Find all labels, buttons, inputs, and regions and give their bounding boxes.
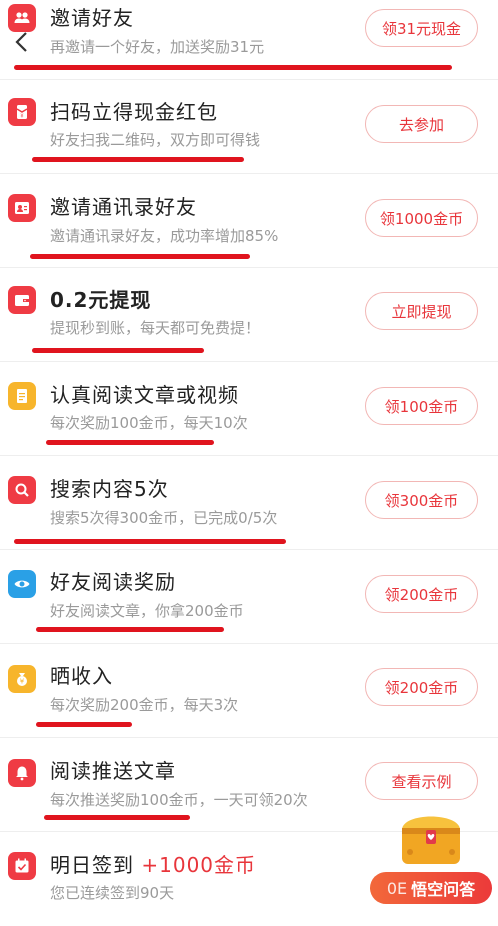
task-title: 0.2元提现 <box>50 284 151 313</box>
annotation-underline <box>30 254 250 259</box>
checkin-title: 明日签到 +1000金币 <box>50 849 256 878</box>
money-bag-icon: ¥ <box>8 665 36 693</box>
annotation-underline <box>36 627 224 632</box>
task-subtitle: 每次奖励200金币，每天3次 <box>50 696 239 714</box>
task-title: 邀请好友 <box>50 6 134 30</box>
task-title: 好友阅读奖励 <box>50 570 176 594</box>
task-row-search[interactable]: 搜索内容5次 搜索5次得300金币，已完成0/5次 领300金币 <box>0 456 498 550</box>
task-row-invite-friends[interactable]: 邀请好友 再邀请一个好友，加送奖励31元 领31元现金 <box>0 0 498 80</box>
eye-icon <box>8 570 36 598</box>
search-icon <box>8 476 36 504</box>
claim-coins-button[interactable]: 领200金币 <box>365 668 478 706</box>
pill-prefix: 0E <box>386 878 408 898</box>
wallet-icon <box>8 286 36 314</box>
task-row-show-income[interactable]: ¥ 晒收入 每次奖励200金币，每天3次 领200金币 <box>0 644 498 738</box>
task-row-withdraw[interactable]: 0.2元提现 提现秒到账，每天都可免费提！ 立即提现 <box>0 268 498 362</box>
annotation-underline <box>36 722 132 727</box>
annotation-underline <box>14 539 286 544</box>
task-title: 晒收入 <box>50 664 113 688</box>
task-title: 认真阅读文章或视频 <box>50 383 239 407</box>
claim-coins-button[interactable]: 领200金币 <box>365 575 478 613</box>
wukong-pill[interactable]: 0E 悟空问答 <box>370 872 492 904</box>
claim-coins-button[interactable]: 领300金币 <box>365 481 478 519</box>
withdraw-button[interactable]: 立即提现 <box>365 292 478 330</box>
task-row-scan-qr[interactable]: ¥ 扫码立得现金红包 好友扫我二维码，双方即可得钱 去参加 <box>0 80 498 174</box>
treasure-chest-icon <box>402 816 460 864</box>
users-icon <box>8 4 36 32</box>
task-row-read-articles[interactable]: 认真阅读文章或视频 每次奖励100金币，每天10次 领100金币 <box>0 362 498 456</box>
task-title: 邀请通讯录好友 <box>50 195 197 219</box>
red-envelope-icon: ¥ <box>8 98 36 126</box>
task-title: 阅读推送文章 <box>50 759 176 783</box>
contact-card-icon <box>8 194 36 222</box>
calendar-check-icon <box>8 852 36 880</box>
join-button[interactable]: 去参加 <box>365 105 478 143</box>
task-subtitle: 每次推送奖励100金币，一天可领20次 <box>50 791 308 809</box>
annotation-underline <box>14 65 452 70</box>
annotation-underline <box>32 157 244 162</box>
checkin-reward: +1000金币 <box>141 853 257 877</box>
wukong-label: 悟空问答 <box>411 880 476 899</box>
task-subtitle: 好友阅读文章，你拿200金币 <box>50 602 244 620</box>
task-subtitle: 搜索5次得300金币，已完成0/5次 <box>50 509 278 527</box>
task-title: 扫码立得现金红包 <box>50 100 218 124</box>
task-title: 搜索内容5次 <box>50 477 169 501</box>
checkin-label: 明日签到 <box>50 853 134 877</box>
svg-text:¥: ¥ <box>20 678 25 686</box>
back-icon[interactable] <box>10 30 34 54</box>
task-subtitle: 提现秒到账，每天都可免费提！ <box>50 319 261 337</box>
task-subtitle: 再邀请一个好友，加送奖励31元 <box>50 38 265 56</box>
annotation-underline <box>44 815 190 820</box>
bell-icon <box>8 759 36 787</box>
task-subtitle: 邀请通讯录好友，成功率增加85% <box>50 227 279 245</box>
task-subtitle: 每次奖励100金币，每天10次 <box>50 414 248 432</box>
annotation-underline <box>46 440 214 445</box>
claim-cash-button[interactable]: 领31元现金 <box>365 9 478 47</box>
document-icon <box>8 382 36 410</box>
svg-text:¥: ¥ <box>20 114 23 120</box>
annotation-underline <box>32 348 204 353</box>
task-row-invite-contacts[interactable]: 邀请通讯录好友 邀请通讯录好友，成功率增加85% 领1000金币 <box>0 174 498 268</box>
task-list: 邀请好友 再邀请一个好友，加送奖励31元 领31元现金 ¥ 扫码立得现金红包 好… <box>0 0 498 926</box>
task-row-friend-reading[interactable]: 好友阅读奖励 好友阅读文章，你拿200金币 领200金币 <box>0 550 498 644</box>
withdraw-title: 0.2元提现 <box>50 288 152 312</box>
checkin-subtitle: 您已连续签到90天 <box>50 884 175 902</box>
view-example-button[interactable]: 查看示例 <box>365 762 478 800</box>
claim-coins-button[interactable]: 领1000金币 <box>365 199 478 237</box>
claim-coins-button[interactable]: 领100金币 <box>365 387 478 425</box>
task-subtitle: 好友扫我二维码，双方即可得钱 <box>50 131 261 149</box>
wukong-badge[interactable]: 0E 悟空问答 <box>370 804 492 904</box>
